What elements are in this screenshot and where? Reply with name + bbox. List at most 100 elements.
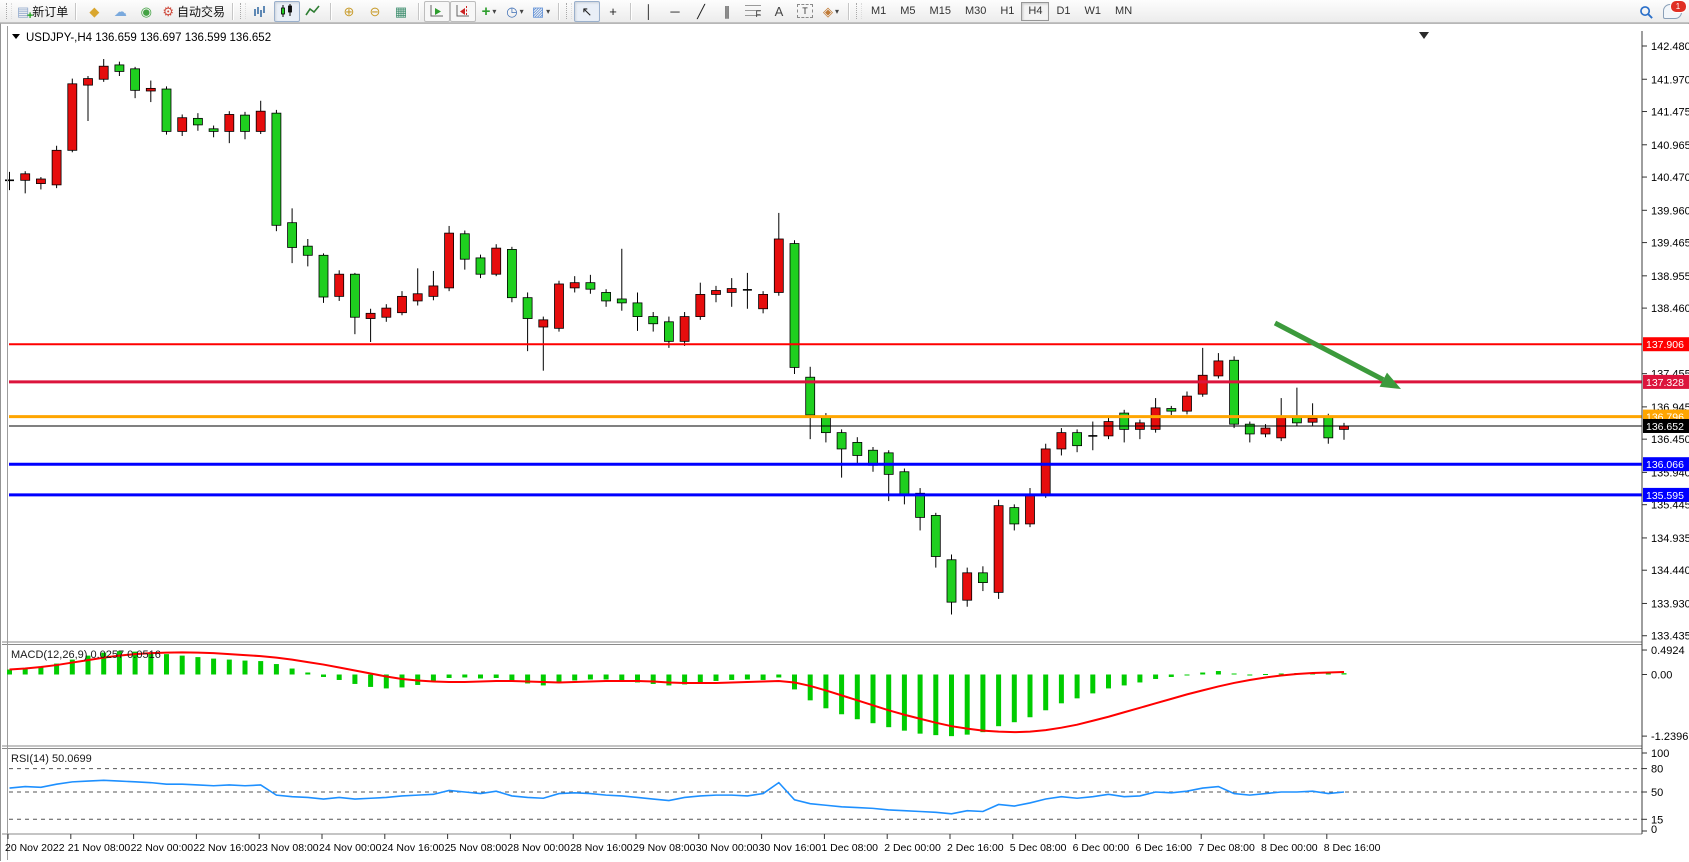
timeframe-m5-button[interactable]: M5 <box>893 2 922 21</box>
rsi-axis-label: 50 <box>1651 787 1663 799</box>
cursor-button[interactable]: ↖ <box>574 1 600 22</box>
time-tick-label: 24 Nov 16:00 <box>382 842 445 854</box>
search-icon <box>1639 4 1654 19</box>
tile-windows-button[interactable]: ▦ <box>388 1 414 22</box>
timeframe-m1-button[interactable]: M1 <box>864 2 893 21</box>
time-tick-label: 25 Nov 08:00 <box>445 842 508 854</box>
toolbar-button-label: 自动交易 <box>177 3 225 20</box>
horizontal-line-button[interactable]: ─ <box>662 1 688 22</box>
cursor-icon: ↖ <box>582 5 593 18</box>
crosshair-button[interactable]: + <box>600 1 626 22</box>
time-tick-label: 29 Nov 08:00 <box>633 842 696 854</box>
time-tick-label: 23 Nov 08:00 <box>256 842 319 854</box>
line-chart-button[interactable] <box>300 1 326 22</box>
chart-shift-icon <box>455 4 471 18</box>
periods-button[interactable]: ◷▾ <box>502 1 528 22</box>
auto-scroll-icon <box>429 4 445 18</box>
community-button[interactable]: ☁ <box>107 1 133 22</box>
price-tick-label: 134.440 <box>1651 565 1689 577</box>
timeframe-m15-button[interactable]: M15 <box>923 2 958 21</box>
toolbar-grip[interactable] <box>6 3 12 19</box>
timeframe-d1-button[interactable]: D1 <box>1049 2 1077 21</box>
timeframe-h1-button[interactable]: H1 <box>993 2 1021 21</box>
signals-button[interactable]: ◉ <box>133 1 159 22</box>
shapes-button[interactable]: ◈▾ <box>818 1 844 22</box>
toolbar-grip[interactable] <box>240 3 246 19</box>
macd-axis-label: 0.00 <box>1651 670 1672 682</box>
timeframe-m30-button[interactable]: M30 <box>958 2 993 21</box>
bar-chart-icon <box>253 4 269 18</box>
toolbar-button-label: 新订单 <box>32 3 68 20</box>
channel-button[interactable]: ∥ <box>714 1 740 22</box>
rsi-axis-label: 0 <box>1651 824 1657 836</box>
price-tick-label: 136.450 <box>1651 434 1689 446</box>
zoom-in-button[interactable]: ⊕ <box>336 1 362 22</box>
bar-chart-button[interactable] <box>248 1 274 22</box>
toolbar-grip[interactable] <box>856 3 862 19</box>
market-depth-button[interactable]: ◆ <box>81 1 107 22</box>
notification-count-badge: 1 <box>1670 0 1687 13</box>
signal-icon: ◉ <box>141 5 152 18</box>
time-tick-label: 22 Nov 00:00 <box>131 842 194 854</box>
zoom-out-icon: ⊖ <box>370 5 381 18</box>
trendline-button[interactable]: ╱ <box>688 1 714 22</box>
chevron-down-icon: ▾ <box>492 7 496 16</box>
time-tick-label: 28 Nov 16:00 <box>570 842 633 854</box>
toolbar-separator <box>558 3 560 20</box>
toolbar-separator <box>330 3 332 20</box>
time-tick-label: 24 Nov 00:00 <box>319 842 382 854</box>
line-chart-icon <box>305 4 321 18</box>
chart-shift-button[interactable] <box>450 1 476 22</box>
indicators-button[interactable]: +▾ <box>476 1 502 22</box>
toolbar: ▤+新订单◆☁◉⚙自动交易⊕⊖▦+▾◷▾▨▾↖+│─╱∥FAT◈▾M1M5M15… <box>0 0 1689 23</box>
market-depth-icon: ◆ <box>89 5 99 18</box>
zoom-in-icon: ⊕ <box>344 5 355 18</box>
rsi-label: RSI(14) 50.0699 <box>11 753 92 765</box>
toolbar-separator <box>848 3 850 20</box>
shapes-icon: ◈ <box>823 5 833 18</box>
text-label-button[interactable]: T <box>792 1 818 22</box>
time-tick-label: 2 Dec 16:00 <box>947 842 1004 854</box>
price-tick-label: 140.965 <box>1651 140 1689 152</box>
clock-icon: ◷ <box>506 5 517 18</box>
price-badge: 136.652 <box>1646 421 1684 433</box>
tile-windows-icon: ▦ <box>395 5 407 18</box>
chart-window[interactable]: 142.480141.970141.475140.965140.470139.9… <box>0 23 1689 861</box>
fibonacci-button[interactable]: F <box>740 1 766 22</box>
notifications-button[interactable]: 1 <box>1659 1 1685 22</box>
candlestick-chart-button[interactable] <box>274 1 300 22</box>
chevron-down-icon: ▾ <box>835 7 839 16</box>
vertical-line-button[interactable]: │ <box>636 1 662 22</box>
text-label-icon: T <box>797 4 813 18</box>
candlestick-icon <box>279 4 295 18</box>
channel-icon: ∥ <box>724 5 731 18</box>
price-tick-label: 133.435 <box>1651 631 1689 643</box>
zoom-out-button[interactable]: ⊖ <box>362 1 388 22</box>
auto-trading-button[interactable]: ⚙自动交易 <box>159 1 228 22</box>
new-order-button[interactable]: ▤+新订单 <box>14 1 71 22</box>
auto-trading-icon: ⚙ <box>162 5 174 18</box>
chart-canvas[interactable]: 142.480141.970141.475140.965140.470139.9… <box>1 24 1689 862</box>
macd-label: MACD(12,26,9) 0.0257 0.0516 <box>11 649 161 661</box>
toolbar-grip[interactable] <box>566 3 572 19</box>
auto-scroll-button[interactable] <box>424 1 450 22</box>
templates-button[interactable]: ▨▾ <box>528 1 554 22</box>
price-badge: 137.328 <box>1646 377 1684 389</box>
price-tick-label: 139.465 <box>1651 238 1689 250</box>
price-tick-label: 138.460 <box>1651 303 1689 315</box>
price-tick-label: 138.955 <box>1651 271 1689 283</box>
timeframe-mn-button[interactable]: MN <box>1108 2 1139 21</box>
symbol-title: USDJPY-,H4 136.659 136.697 136.599 136.6… <box>26 32 271 44</box>
new-order-icon: ▤+ <box>17 5 29 18</box>
trendline-icon: ╱ <box>697 5 705 18</box>
search-button[interactable] <box>1633 1 1659 22</box>
time-tick-label: 21 Nov 08:00 <box>68 842 131 854</box>
timeframe-w1-button[interactable]: W1 <box>1078 2 1109 21</box>
horizontal-line-icon: ─ <box>670 5 679 18</box>
rsi-axis-label: 80 <box>1651 764 1663 776</box>
crosshair-icon: + <box>609 5 617 18</box>
price-tick-label: 139.960 <box>1651 205 1689 217</box>
price-tick-label: 141.475 <box>1651 107 1689 119</box>
timeframe-h4-button[interactable]: H4 <box>1021 2 1049 21</box>
text-button[interactable]: A <box>766 1 792 22</box>
